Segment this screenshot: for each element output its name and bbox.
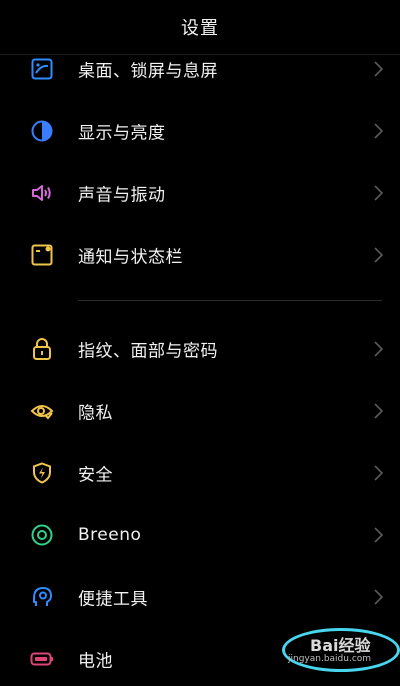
watermark-url: jingyan.baidu.com	[288, 654, 372, 664]
display-icon	[30, 119, 54, 143]
settings-item-sound-vibration[interactable]: 声音与振动	[0, 166, 400, 220]
settings-item-label: 便捷工具	[78, 589, 148, 610]
section-divider	[78, 300, 382, 301]
settings-item-notification-statusbar[interactable]: 通知与状态栏	[0, 228, 400, 282]
chevron-right-icon	[374, 403, 384, 419]
settings-item-breeno[interactable]: Breeno	[0, 508, 400, 562]
settings-item-label: 指纹、面部与密码	[78, 341, 218, 362]
settings-item-convenience-tools[interactable]: 便捷工具	[0, 570, 400, 624]
settings-item-display-brightness[interactable]: 显示与亮度	[0, 104, 400, 158]
privacy-eye-icon	[30, 399, 54, 423]
settings-item-label: 隐私	[78, 403, 113, 424]
chevron-right-icon	[374, 465, 384, 481]
settings-item-label: Breeno	[78, 525, 142, 545]
breeno-icon	[30, 523, 54, 547]
watermark-logo: Bai经验 jingyan.baidu.com	[282, 628, 400, 672]
settings-item-label: 电池	[78, 651, 113, 672]
notification-icon	[30, 243, 54, 267]
settings-item-label: 安全	[78, 465, 113, 486]
settings-item-label: 通知与状态栏	[78, 247, 183, 268]
watermark-brand: Bai经验	[310, 636, 371, 655]
settings-item-desktop-lockscreen[interactable]: 桌面、锁屏与息屏	[0, 42, 400, 96]
chevron-right-icon	[374, 123, 384, 139]
settings-item-privacy[interactable]: 隐私	[0, 384, 400, 438]
settings-item-fingerprint-face-password[interactable]: 指纹、面部与密码	[0, 322, 400, 376]
page-title: 设置	[181, 18, 219, 39]
chevron-right-icon	[374, 527, 384, 543]
settings-item-security[interactable]: 安全	[0, 446, 400, 500]
chevron-right-icon	[374, 247, 384, 263]
chevron-right-icon	[374, 341, 384, 357]
settings-item-label: 桌面、锁屏与息屏	[78, 61, 218, 82]
settings-item-label: 显示与亮度	[78, 123, 166, 144]
wallpaper-icon	[30, 57, 54, 81]
chevron-right-icon	[374, 589, 384, 605]
lock-icon	[30, 337, 54, 361]
tools-icon	[30, 585, 54, 609]
battery-icon	[30, 647, 54, 671]
security-shield-icon	[30, 461, 54, 485]
chevron-right-icon	[374, 61, 384, 77]
settings-item-label: 声音与振动	[78, 185, 166, 206]
speaker-icon	[30, 181, 54, 205]
chevron-right-icon	[374, 185, 384, 201]
